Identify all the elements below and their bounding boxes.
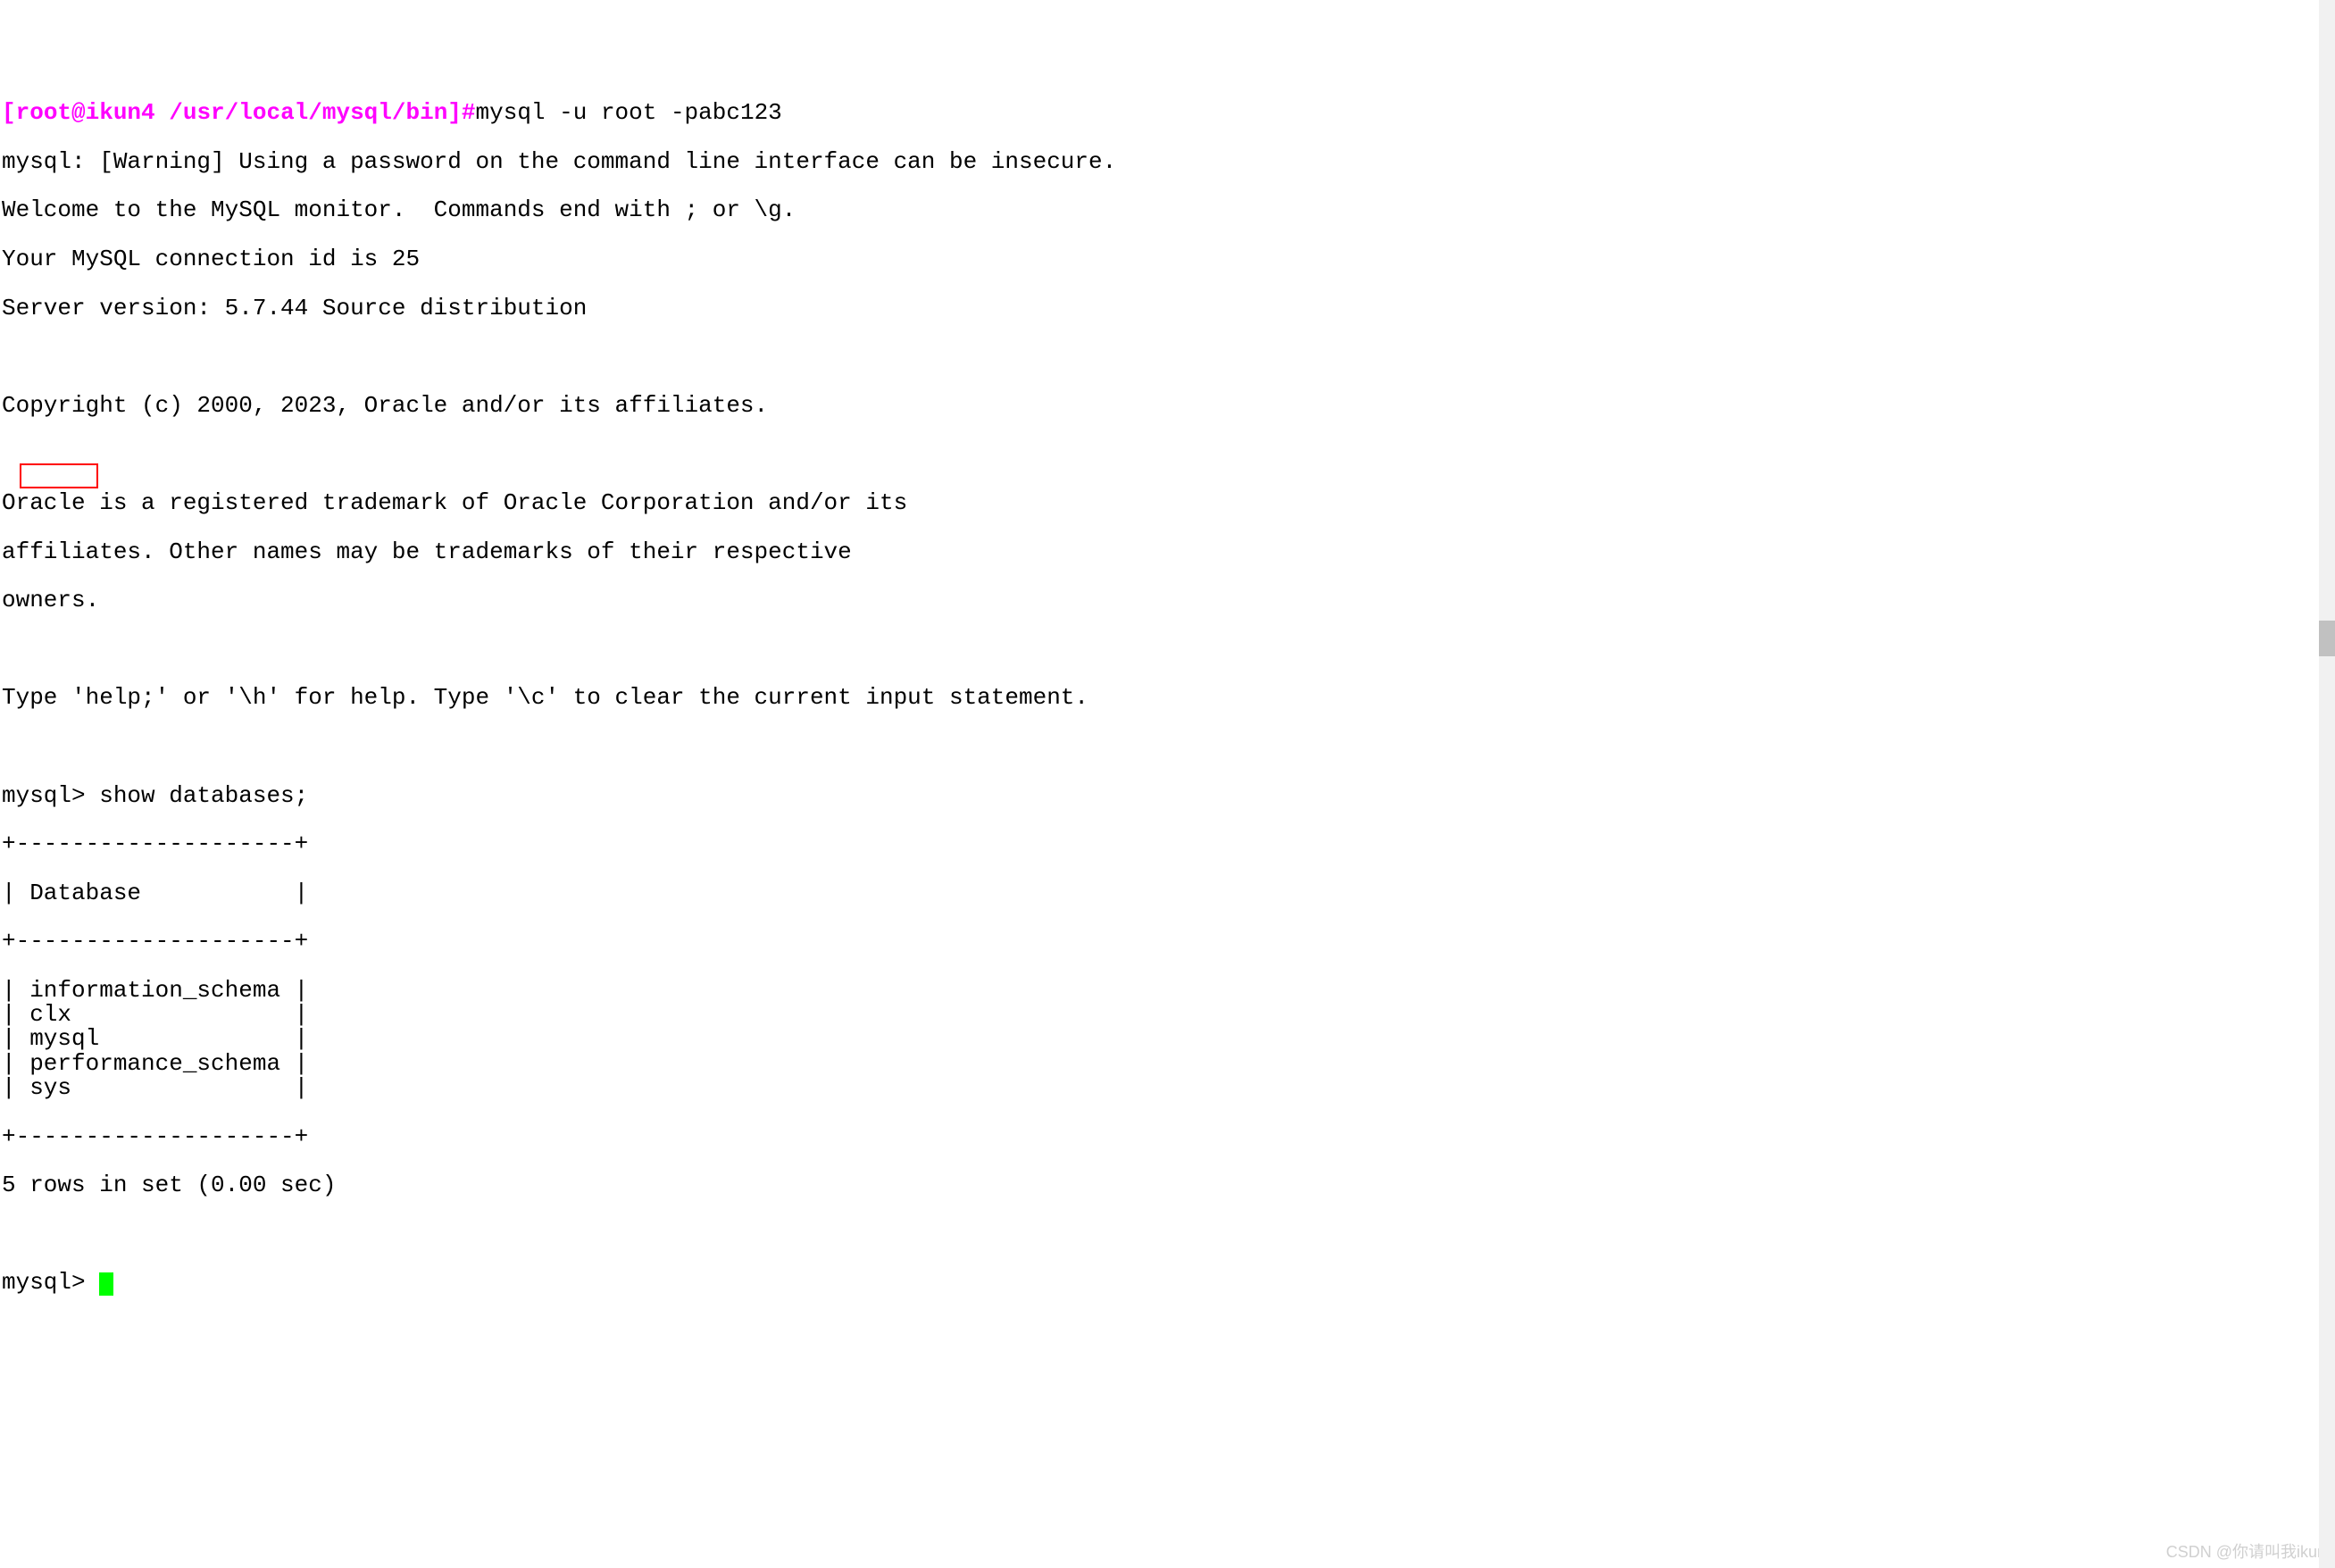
- table-row: | information_schema |: [2, 979, 2333, 1003]
- mysql-trademark: affiliates. Other names may be trademark…: [2, 540, 2333, 564]
- mysql-command: show databases;: [99, 782, 308, 809]
- table-row: | clx |: [2, 1003, 2333, 1027]
- table-border-bottom: +--------------------+: [2, 1125, 2333, 1149]
- table-row: | sys |: [2, 1076, 2333, 1100]
- mysql-version: Server version: 5.7.44 Source distributi…: [2, 296, 2333, 321]
- mysql-trademark: Oracle is a registered trademark of Orac…: [2, 491, 2333, 515]
- mysql-conn-id: Your MySQL connection id is 25: [2, 247, 2333, 271]
- mysql-help: Type 'help;' or '\h' for help. Type '\c'…: [2, 686, 2333, 710]
- scrollbar-thumb[interactable]: [2319, 621, 2335, 656]
- blank-line: [2, 345, 2333, 369]
- mysql-trademark: owners.: [2, 588, 2333, 613]
- mysql-query-line: mysql> show databases;: [2, 784, 2333, 808]
- mysql-current-prompt-line[interactable]: mysql>: [2, 1271, 2333, 1296]
- mysql-warning: mysql: [Warning] Using a password on the…: [2, 150, 2333, 174]
- table-row: | performance_schema |: [2, 1052, 2333, 1076]
- table-footer: 5 rows in set (0.00 sec): [2, 1173, 2333, 1197]
- mysql-welcome: Welcome to the MySQL monitor. Commands e…: [2, 198, 2333, 222]
- prompt-prefix: [root@ikun4 /usr/local/mysql/bin]#: [2, 99, 476, 126]
- mysql-prompt: mysql>: [2, 782, 99, 809]
- blank-line: [2, 1222, 2333, 1247]
- blank-line: [2, 735, 2333, 759]
- mysql-prompt: mysql>: [2, 1269, 99, 1296]
- shell-command: mysql -u root -pabc123: [476, 99, 782, 126]
- table-row: | mysql |: [2, 1027, 2333, 1051]
- blank-line: [2, 442, 2333, 466]
- blank-line: [2, 638, 2333, 662]
- shell-prompt-line: [root@ikun4 /usr/local/mysql/bin]#mysql …: [2, 101, 2333, 125]
- scrollbar-track[interactable]: [2319, 0, 2335, 1568]
- table-border-mid: +--------------------+: [2, 930, 2333, 954]
- watermark-text: CSDN @你请叫我ikun: [2166, 1544, 2326, 1561]
- highlight-annotation: [20, 463, 98, 488]
- table-body: | information_schema || clx || mysql || …: [2, 979, 2333, 1100]
- mysql-copyright: Copyright (c) 2000, 2023, Oracle and/or …: [2, 394, 2333, 418]
- table-header: | Database |: [2, 881, 2333, 905]
- cursor-icon: [99, 1272, 113, 1296]
- table-border-top: +--------------------+: [2, 832, 2333, 856]
